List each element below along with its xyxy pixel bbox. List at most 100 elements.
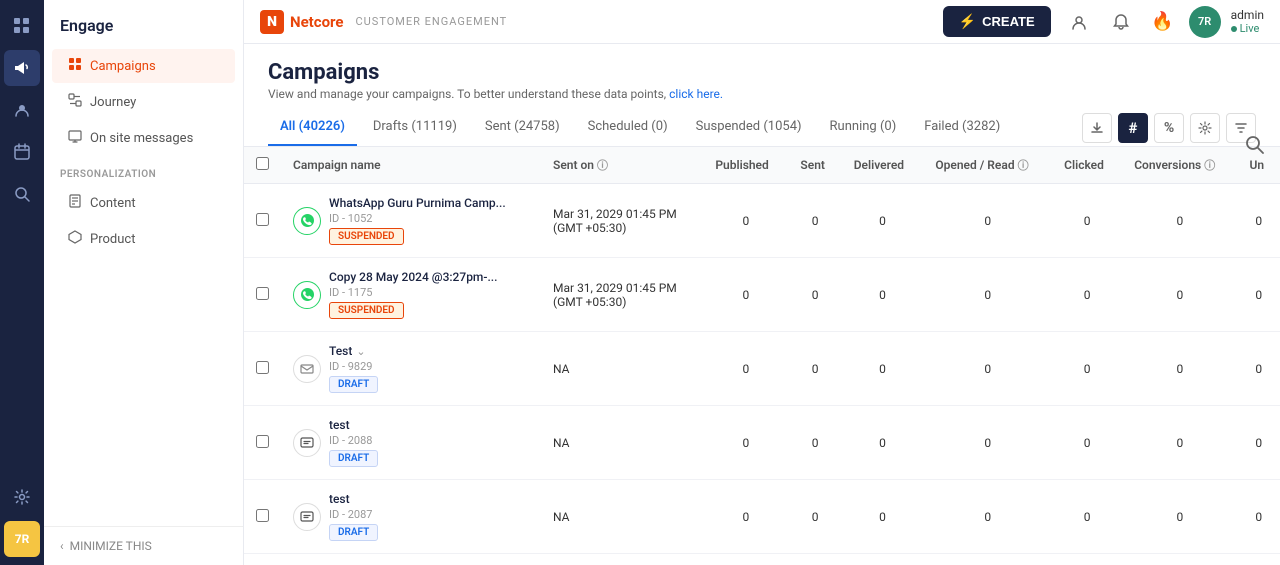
campaign-id: ID - 1052 — [329, 212, 506, 225]
sent-cell: 0 — [788, 332, 841, 406]
clicked-cell: 0 — [1052, 406, 1122, 480]
user-icon[interactable] — [1063, 6, 1095, 38]
sidebar-item-onsite-label: On site messages — [90, 131, 193, 146]
download-btn[interactable] — [1082, 113, 1112, 143]
dropdown-arrow[interactable]: ⌄ — [356, 345, 365, 358]
sidebar-title: Engage — [44, 0, 243, 47]
sent-on-value: NA — [553, 436, 691, 450]
select-all-checkbox[interactable] — [256, 157, 269, 170]
row-checkbox-3[interactable] — [256, 435, 269, 448]
campaign-info: Test ⌄ ID - 9829 DRAFT — [329, 344, 378, 393]
published-cell: 0 — [703, 480, 788, 554]
opened-read-cell: 0 — [923, 480, 1052, 554]
sidebar-item-campaigns[interactable]: Campaigns — [52, 49, 235, 83]
tab-sent[interactable]: Sent (24758) — [473, 109, 572, 146]
notification-icon[interactable] — [1105, 6, 1137, 38]
row-checkbox-cell — [244, 406, 281, 480]
sent-on-cell: NA — [541, 406, 703, 480]
click-here-link[interactable]: click here. — [669, 87, 723, 101]
campaigns-table: Campaign name Sent on ⓘ Published Sent — [244, 147, 1280, 565]
search-top-icon[interactable] — [1244, 134, 1264, 159]
delivered-cell: 0 — [842, 184, 924, 258]
campaign-id: ID - 1175 — [329, 286, 497, 299]
icon-bar: 7R — [0, 0, 44, 565]
tab-running[interactable]: Running (0) — [818, 109, 909, 146]
campaign-name-text[interactable]: test — [329, 492, 350, 506]
row-checkbox-4[interactable] — [256, 509, 269, 522]
page-subtitle: View and manage your campaigns. To bette… — [268, 87, 1256, 101]
topbar-icons: 🔥 7R admin Live — [1063, 6, 1264, 38]
table-row: Test ⌄ ID - 9829 DRAFT NA 0 0 0 0 0 0 0 — [244, 332, 1280, 406]
tab-all[interactable]: All (40226) — [268, 109, 357, 146]
nav-icon-grid[interactable] — [4, 8, 40, 44]
un-cell: 0 — [1238, 406, 1280, 480]
opened-read-cell: 0 — [923, 258, 1052, 332]
campaign-name-text[interactable]: test — [329, 418, 350, 432]
opened-read-cell: 0 — [923, 406, 1052, 480]
th-sent: Sent — [788, 147, 841, 184]
row-checkbox-0[interactable] — [256, 213, 269, 226]
table-row: test ID - 2088 DRAFT NA 0 0 0 0 0 0 0 — [244, 406, 1280, 480]
nav-icon-users[interactable] — [4, 92, 40, 128]
avatar[interactable]: 7R — [1189, 6, 1221, 38]
hash-btn[interactable]: # — [1118, 113, 1148, 143]
sent-on-info-icon: ⓘ — [597, 159, 608, 172]
campaign-name-cell: Test ⌄ ID - 9829 DRAFT — [281, 332, 541, 406]
sent-cell: 0 — [788, 480, 841, 554]
sms-channel-icon — [293, 503, 321, 531]
campaign-name-text[interactable]: Test — [329, 344, 352, 358]
sidebar-item-journey[interactable]: Journey — [52, 85, 235, 119]
topbar: N Netcore CUSTOMER ENGAGEMENT ⚡ CREATE — [244, 0, 1280, 44]
nav-icon-notification-bell[interactable]: 7R — [4, 521, 40, 557]
published-cell: 0 — [703, 332, 788, 406]
content-area: Campaigns View and manage your campaigns… — [244, 44, 1280, 565]
campaign-badge: DRAFT — [329, 450, 378, 467]
campaign-badge: SUSPENDED — [329, 228, 404, 245]
nav-icon-calendar[interactable] — [4, 134, 40, 170]
nav-icon-search[interactable] — [4, 176, 40, 212]
campaign-name-text[interactable]: Copy 28 May 2024 @3:27pm-... — [329, 270, 497, 284]
conversions-cell: 0 — [1122, 480, 1237, 554]
un-cell: 0 — [1238, 480, 1280, 554]
campaign-info: test ID - 2088 DRAFT — [329, 418, 378, 467]
sidebar-nav: Campaigns Journey On site m — [44, 47, 243, 526]
fire-icon[interactable]: 🔥 — [1147, 6, 1179, 38]
sidebar-item-content[interactable]: Content — [52, 186, 235, 220]
row-checkbox-cell — [244, 258, 281, 332]
tab-drafts[interactable]: Drafts (11119) — [361, 109, 469, 146]
create-button[interactable]: ⚡ CREATE — [943, 6, 1051, 37]
campaign-badge: DRAFT — [329, 376, 378, 393]
campaign-name-cell: WhatsApp Guru Purnima Camp... ID - 1052 … — [281, 184, 541, 258]
logo-mark: N — [260, 10, 284, 34]
tab-scheduled[interactable]: Scheduled (0) — [576, 109, 680, 146]
row-checkbox-2[interactable] — [256, 361, 269, 374]
campaign-name-cell: test ID - 2088 DRAFT — [281, 406, 541, 480]
sms-channel-icon — [293, 429, 321, 457]
sidebar-item-journey-label: Journey — [90, 95, 136, 110]
tabs-actions: # % — [1082, 113, 1256, 143]
onsite-icon — [68, 129, 82, 147]
sidebar-item-product-label: Product — [90, 232, 135, 247]
sent-cell: 0 — [788, 184, 841, 258]
nav-icon-settings[interactable] — [4, 479, 40, 515]
un-cell: 0 — [1238, 258, 1280, 332]
percent-btn[interactable]: % — [1154, 113, 1184, 143]
sent-cell: 0 — [788, 258, 841, 332]
nav-icon-megaphone[interactable] — [4, 50, 40, 86]
campaign-id: ID - 2088 — [329, 434, 378, 447]
th-published: Published — [703, 147, 788, 184]
minimize-button[interactable]: ‹ MINIMIZE THIS — [44, 526, 243, 565]
sidebar-item-product[interactable]: Product — [52, 222, 235, 256]
published-cell: 0 — [703, 258, 788, 332]
tab-failed[interactable]: Failed (3282) — [912, 109, 1012, 146]
row-checkbox-1[interactable] — [256, 287, 269, 300]
settings-btn[interactable] — [1190, 113, 1220, 143]
tabs-bar: All (40226) Drafts (11119) Sent (24758) … — [244, 109, 1280, 147]
opened-read-cell: 0 — [923, 332, 1052, 406]
campaign-name-text[interactable]: WhatsApp Guru Purnima Camp... — [329, 196, 506, 210]
sidebar-item-content-label: Content — [90, 196, 136, 211]
sent-cell: 0 — [788, 406, 841, 480]
clicked-cell: 0 — [1052, 184, 1122, 258]
sidebar-item-onsite[interactable]: On site messages — [52, 121, 235, 155]
tab-suspended[interactable]: Suspended (1054) — [684, 109, 814, 146]
